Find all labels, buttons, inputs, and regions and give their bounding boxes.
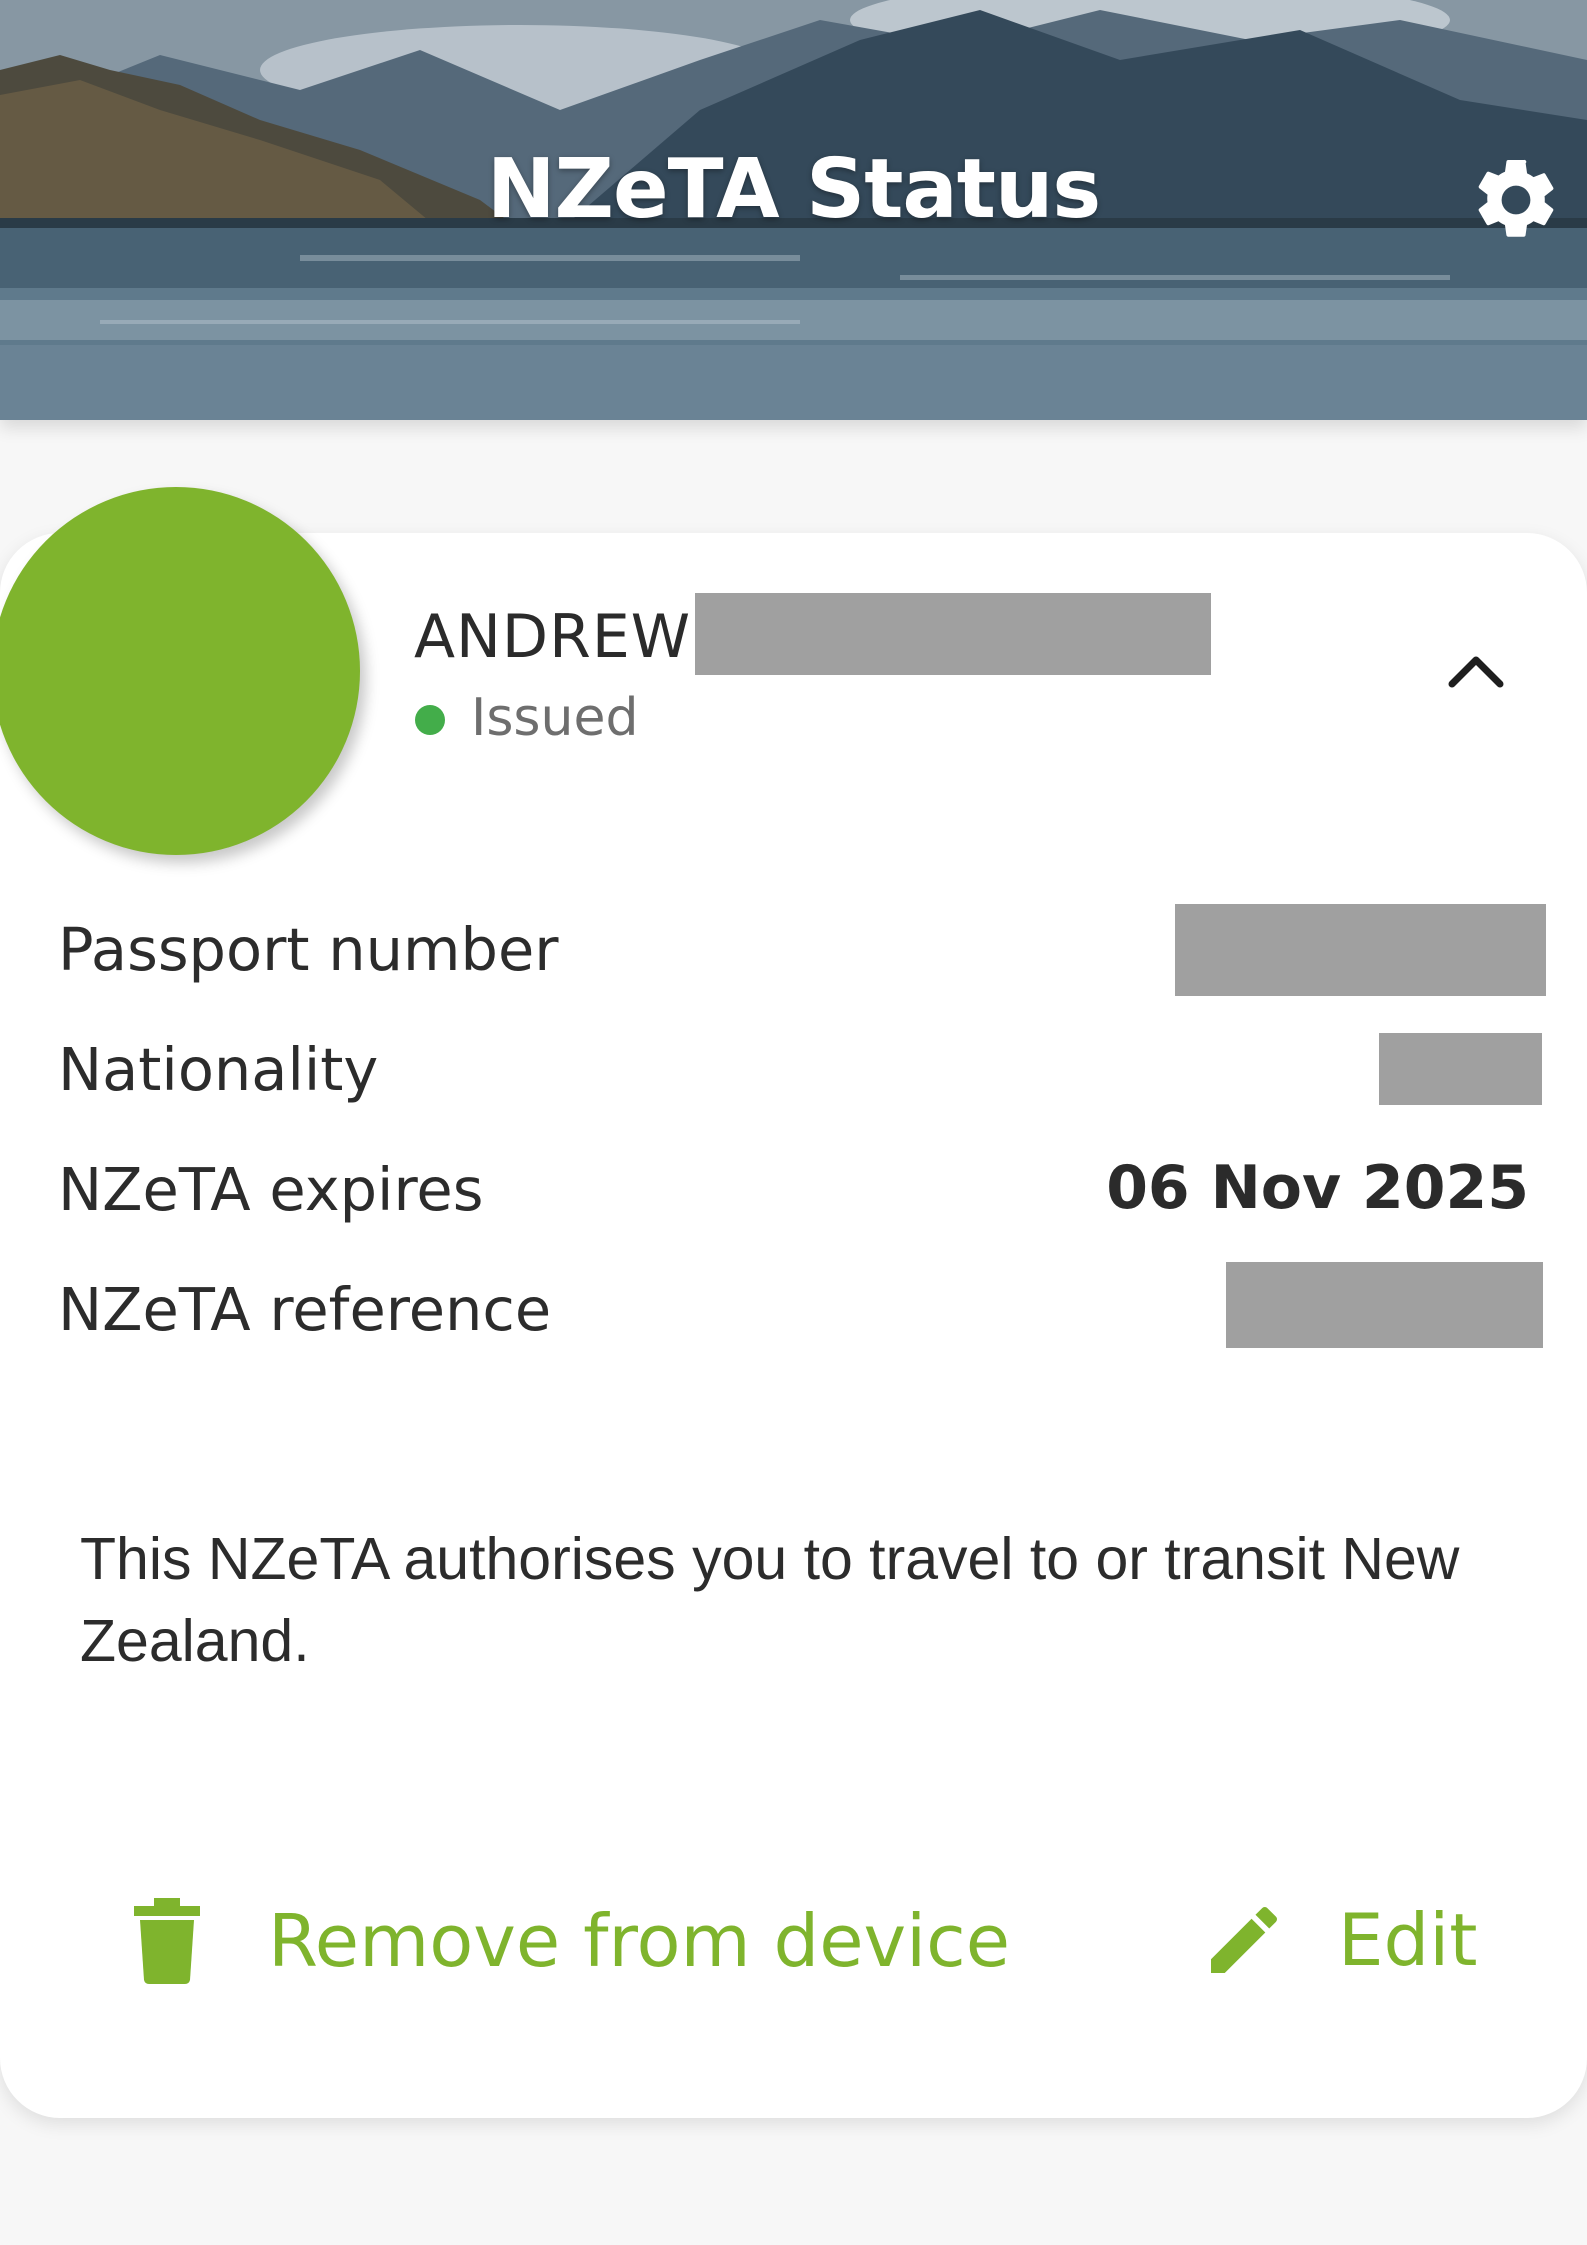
header-banner: NZeTA Status <box>0 0 1587 420</box>
status-indicator <box>415 705 445 735</box>
edit-label: Edit <box>1338 1898 1478 1982</box>
pencil-icon <box>1211 1906 1278 1973</box>
status-label: Issued <box>471 688 639 748</box>
page-title: NZeTA Status <box>486 142 1101 237</box>
redacted-nationality <box>1379 1033 1542 1105</box>
settings-button[interactable] <box>1468 152 1564 248</box>
redacted-surname <box>695 593 1211 675</box>
passport-number-label: Passport number <box>58 915 559 984</box>
expiry-label: NZeTA expires <box>58 1155 484 1224</box>
redacted-reference <box>1226 1262 1543 1348</box>
chevron-up-icon <box>1448 656 1504 688</box>
remove-from-device-label: Remove from device <box>268 1899 1011 1983</box>
expiry-value: 06 Nov 2025 <box>1106 1153 1529 1223</box>
gear-icon <box>1478 159 1554 237</box>
reference-label: NZeTA reference <box>58 1275 552 1344</box>
traveller-name: ANDREW <box>414 602 692 672</box>
authorisation-message: This NZeTA authorises you to travel to o… <box>80 1526 1460 1674</box>
nationality-label: Nationality <box>58 1035 379 1104</box>
collapse-button[interactable] <box>1440 640 1512 700</box>
avatar <box>0 487 360 855</box>
trash-icon <box>134 1898 200 1984</box>
edit-button[interactable]: Edit <box>1200 1896 1477 1984</box>
redacted-passport-number <box>1175 904 1546 996</box>
remove-from-device-button[interactable]: Remove from device <box>128 1896 1010 1986</box>
